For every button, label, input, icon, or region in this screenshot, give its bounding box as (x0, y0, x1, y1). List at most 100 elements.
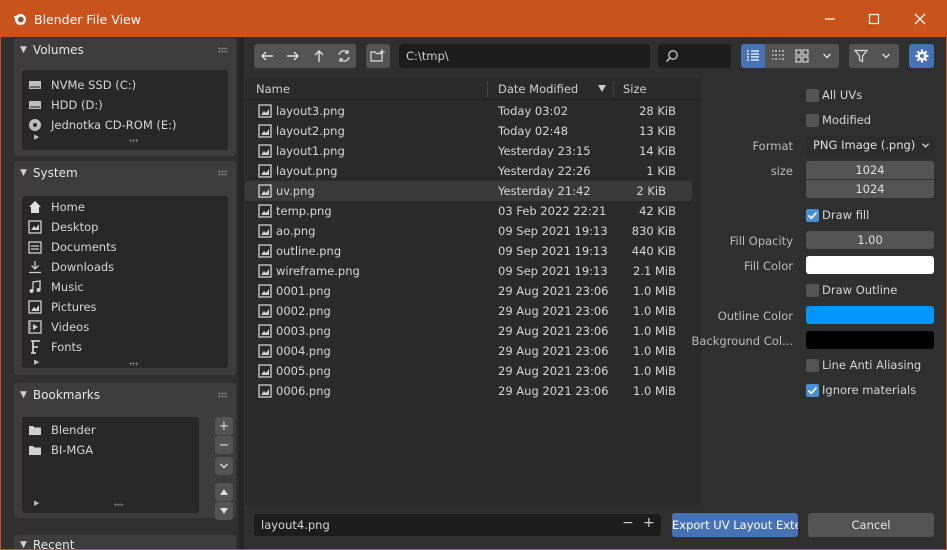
recent-panel-header[interactable]: ▼ Recent (14, 535, 236, 549)
table-row[interactable]: layout1.png Yesterday 23:15 14 KiB (245, 141, 702, 161)
size-y-field[interactable]: 1024 (806, 180, 934, 198)
resize-grip-icon[interactable] (129, 139, 139, 143)
filter-settings-dropdown[interactable] (873, 44, 899, 68)
fill-opacity-field[interactable]: 1.00 (806, 231, 934, 249)
bookmarks-panel-header[interactable]: ▼ Bookmarks (14, 383, 236, 407)
table-row[interactable]: 0004.png 29 Aug 2021 23:06 1.0 MiB (245, 341, 702, 361)
column-separator[interactable] (487, 81, 488, 97)
volumes-panel-header[interactable]: ▼ Volumes (14, 38, 236, 62)
drag-grip-icon[interactable] (218, 392, 228, 398)
vertical-list-view-button[interactable] (741, 44, 765, 68)
resize-grip-icon[interactable] (114, 503, 124, 507)
new-directory-button[interactable] (366, 44, 390, 68)
bookmark-menu-button[interactable] (215, 457, 233, 475)
remove-bookmark-button[interactable]: − (215, 436, 233, 454)
sidebar-item-desktop[interactable]: Desktop (22, 217, 228, 237)
sidebar-item-label: NVMe SSD (C:) (51, 78, 137, 92)
table-row[interactable]: 0005.png 29 Aug 2021 23:06 1.0 MiB (245, 361, 702, 381)
file-size: 830 KiB (631, 224, 676, 238)
ignore-materials-checkbox[interactable] (806, 384, 819, 397)
table-row[interactable]: 0002.png 29 Aug 2021 23:06 1.0 MiB (245, 301, 702, 321)
column-header-date-modified[interactable]: Date Modified (498, 82, 578, 96)
expand-arrow-icon[interactable]: ▶ (34, 499, 39, 507)
search-input[interactable] (658, 44, 731, 68)
decrement-filename-button[interactable]: − (622, 515, 634, 531)
sidebar-item-volume-c[interactable]: NVMe SSD (C:) (22, 75, 228, 95)
increment-filename-button[interactable]: + (643, 515, 655, 531)
sidebar-item-fonts[interactable]: Fonts (22, 337, 228, 357)
table-row[interactable]: ao.png 09 Sep 2021 19:13 830 KiB (245, 221, 702, 241)
outline-color-swatch[interactable] (806, 306, 934, 324)
drag-grip-icon[interactable] (218, 47, 228, 53)
volumes-list: NVMe SSD (C:) HDD (D:) Jednotka CD-ROM (… (22, 70, 228, 150)
expand-arrow-icon[interactable]: ▶ (34, 133, 39, 141)
column-separator[interactable] (613, 81, 614, 97)
drag-grip-icon[interactable] (218, 170, 228, 176)
resize-grip-icon[interactable] (129, 362, 139, 366)
new-folder-icon (370, 49, 385, 62)
sidebar-item-downloads[interactable]: Downloads (22, 257, 228, 277)
background-color-label: Background Col... (691, 334, 794, 348)
draw-outline-checkbox[interactable] (806, 284, 819, 297)
column-header-size[interactable]: Size (623, 82, 647, 96)
line-anti-aliasing-checkbox[interactable] (806, 359, 819, 372)
all-uvs-checkbox[interactable] (806, 89, 819, 102)
sort-descending-icon[interactable] (598, 85, 606, 92)
table-row[interactable]: temp.png 03 Feb 2022 22:21 42 KiB (245, 201, 702, 221)
sidebar-item-pictures[interactable]: Pictures (22, 297, 228, 317)
move-bookmark-down-button[interactable] (215, 502, 233, 520)
add-bookmark-button[interactable]: + (215, 417, 233, 435)
minimize-button[interactable] (807, 7, 853, 31)
table-row[interactable]: outline.png 09 Sep 2021 19:13 440 KiB (245, 241, 702, 261)
cancel-button[interactable]: Cancel (808, 513, 934, 537)
sidebar-item-documents[interactable]: Documents (22, 237, 228, 257)
modified-checkbox[interactable] (806, 114, 819, 127)
filter-toggle-button[interactable] (849, 44, 873, 68)
forward-button[interactable] (280, 44, 306, 68)
format-select[interactable]: PNG Image (.png) (806, 136, 934, 155)
search-icon (665, 50, 678, 63)
table-row[interactable]: layout3.png Today 03:02 28 KiB (245, 101, 702, 121)
region-separator[interactable] (238, 37, 244, 549)
options-region-toggle-button[interactable] (909, 44, 934, 68)
sidebar-item-bookmark-blender[interactable]: Blender (22, 420, 199, 440)
file-name: outline.png (276, 244, 342, 258)
display-mode-dropdown[interactable] (814, 44, 839, 68)
table-row[interactable]: 0003.png 29 Aug 2021 23:06 1.0 MiB (245, 321, 702, 341)
sidebar-item-volume-d[interactable]: HDD (D:) (22, 95, 228, 115)
table-row[interactable]: wireframe.png 09 Sep 2021 19:13 2.1 MiB (245, 261, 702, 281)
refresh-button[interactable] (332, 44, 356, 68)
filename-input[interactable]: layout4.png − + (254, 514, 661, 536)
table-row[interactable]: 0006.png 29 Aug 2021 23:06 1.0 MiB (245, 381, 702, 401)
chevron-down-icon: ▼ (20, 168, 27, 178)
table-row[interactable]: layout2.png Today 02:48 13 KiB (245, 121, 702, 141)
move-bookmark-up-button[interactable] (215, 483, 233, 501)
column-header-name[interactable]: Name (256, 82, 290, 96)
maximize-button[interactable] (851, 7, 897, 31)
export-button[interactable]: Export UV Layout Exte... (672, 513, 798, 537)
expand-arrow-icon[interactable]: ▶ (34, 358, 39, 366)
gear-icon (915, 49, 928, 63)
file-name: layout1.png (276, 144, 345, 158)
directory-path-input[interactable]: C:\tmp\ (399, 44, 650, 68)
parent-directory-button[interactable] (306, 44, 332, 68)
sidebar-item-volume-e[interactable]: Jednotka CD-ROM (E:) (22, 115, 228, 135)
table-row[interactable]: layout.png Yesterday 22:26 1 KiB (245, 161, 702, 181)
sidebar-item-videos[interactable]: Videos (22, 317, 228, 337)
background-color-swatch[interactable] (806, 331, 934, 349)
back-button[interactable] (254, 44, 280, 68)
sidebar-item-home[interactable]: Home (22, 197, 228, 217)
close-window-button[interactable] (897, 7, 943, 31)
table-row[interactable]: 0001.png 29 Aug 2021 23:06 1.0 MiB (245, 281, 702, 301)
horizontal-list-view-button[interactable] (765, 44, 790, 68)
system-panel-header[interactable]: ▼ System (14, 161, 236, 185)
bookmarks-title: Bookmarks (32, 388, 100, 402)
sidebar-item-music[interactable]: Music (22, 277, 228, 297)
thumbnail-view-button[interactable] (790, 44, 814, 68)
size-x-field[interactable]: 1024 (806, 161, 934, 179)
fill-color-swatch[interactable] (806, 256, 934, 274)
file-size: 42 KiB (639, 204, 676, 218)
draw-fill-checkbox[interactable] (806, 209, 819, 222)
sidebar-item-bookmark-bi-mga[interactable]: BI-MGA (22, 440, 199, 460)
table-row[interactable]: uv.png Yesterday 21:42 2 KiB (245, 181, 692, 201)
